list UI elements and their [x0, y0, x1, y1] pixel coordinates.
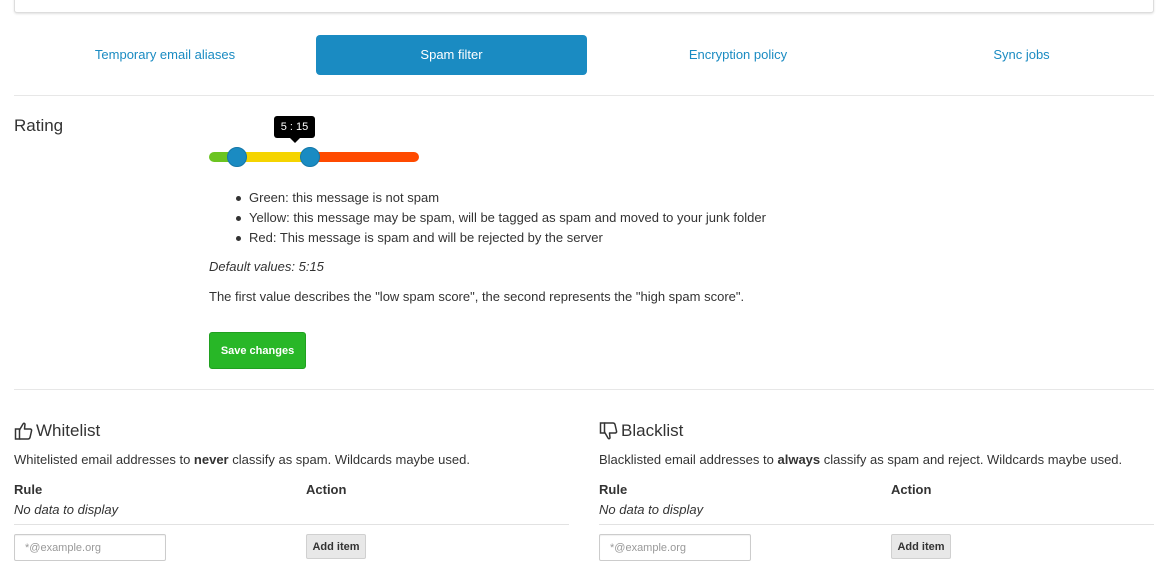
tab-encryption-policy[interactable]: Encryption policy — [587, 35, 889, 75]
default-values: Default values: 5:15 — [209, 259, 324, 274]
whitelist-description: Whitelisted email addresses to never cla… — [14, 452, 470, 467]
column-header-action: Action — [891, 482, 932, 497]
score-explanation: The first value describes the "low spam … — [209, 289, 745, 304]
top-panel — [14, 0, 1154, 13]
blacklist-rule-input[interactable] — [599, 534, 751, 561]
whitelist-rule-input[interactable] — [14, 534, 166, 561]
blacklist-title-text: Blacklist — [621, 421, 684, 440]
tab-sync-jobs[interactable]: Sync jobs — [889, 35, 1154, 75]
legend-item-yellow: Yellow: this message may be spam, will b… — [234, 208, 766, 228]
divider — [14, 524, 569, 525]
slider-track-red — [311, 152, 419, 162]
spam-score-slider[interactable] — [209, 147, 419, 167]
column-header-action: Action — [306, 482, 347, 497]
slider-handle-high[interactable] — [300, 147, 320, 167]
thumbs-up-icon — [14, 421, 34, 441]
tab-spam-filter[interactable]: Spam filter — [316, 35, 587, 75]
legend-item-red: Red: This message is spam and will be re… — [234, 228, 766, 248]
divider — [14, 389, 1154, 390]
whitelist-title: Whitelist — [14, 420, 100, 442]
column-header-rule: Rule — [14, 482, 43, 497]
legend-item-green: Green: this message is not spam — [234, 188, 766, 208]
slider-handle-low[interactable] — [227, 147, 247, 167]
column-header-rule: Rule — [599, 482, 628, 497]
rating-legend: Green: this message is not spam Yellow: … — [234, 188, 766, 248]
tab-bar: Temporary email aliases Spam filter Encr… — [14, 35, 1154, 75]
blacklist-title: Blacklist — [599, 420, 683, 442]
rating-title: Rating — [14, 116, 64, 135]
slider-tooltip: 5 : 15 — [274, 116, 315, 143]
blacklist-description: Blacklisted email addresses to always cl… — [599, 452, 1123, 467]
tab-temporary-email-aliases[interactable]: Temporary email aliases — [14, 35, 316, 75]
whitelist-add-item-button[interactable]: Add item — [306, 534, 366, 559]
empty-message: No data to display — [14, 502, 119, 517]
whitelist-title-text: Whitelist — [36, 421, 101, 440]
empty-message: No data to display — [599, 502, 704, 517]
save-changes-button[interactable]: Save changes — [209, 332, 306, 369]
divider — [599, 524, 1154, 525]
divider — [14, 95, 1154, 96]
thumbs-down-icon — [599, 421, 619, 441]
blacklist-add-item-button[interactable]: Add item — [891, 534, 951, 559]
